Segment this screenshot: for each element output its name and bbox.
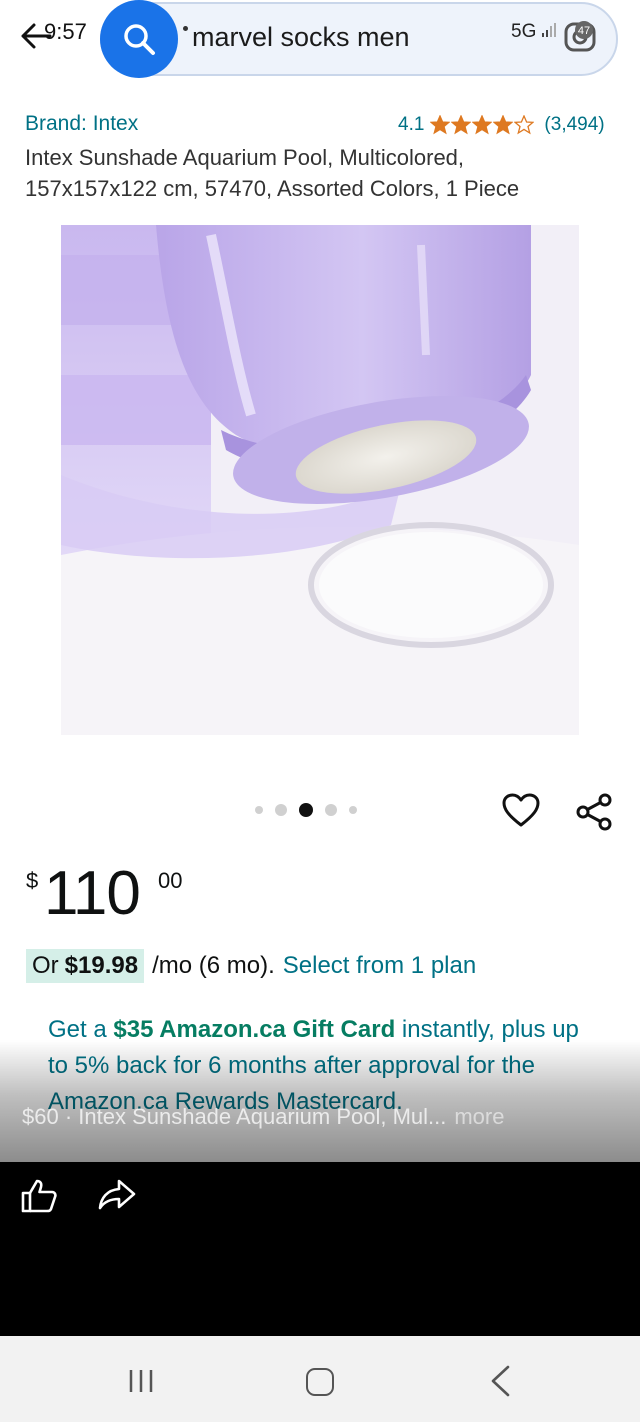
- price-whole: 110: [44, 859, 141, 928]
- battery-level: 47: [578, 25, 590, 37]
- star-icon: [472, 115, 493, 135]
- carousel-dot[interactable]: [299, 803, 313, 817]
- image-carousel-dots[interactable]: [255, 803, 357, 817]
- status-time: 9:57: [44, 19, 87, 44]
- recent-apps-icon[interactable]: [128, 1368, 154, 1394]
- installment-terms: /mo (6 mo).: [152, 952, 275, 979]
- signal-icon: [542, 23, 556, 37]
- installment-highlight: Or $19.98: [26, 949, 145, 983]
- price-fraction: 00: [158, 868, 183, 893]
- search-button[interactable]: [100, 0, 178, 78]
- product-title: Intex Sunshade Aquarium Pool, Multicolor…: [25, 145, 520, 201]
- installment-amount: $19.98: [64, 952, 139, 979]
- star-icon: [451, 115, 472, 135]
- star-icon: [493, 115, 514, 135]
- promo-pre: Get a: [48, 1016, 107, 1043]
- promo-gift-card: $35 Amazon.ca Gift Card: [113, 1016, 396, 1043]
- network-indicator: 5G: [511, 21, 537, 42]
- rating-summary[interactable]: 4.1 (3,494): [398, 112, 605, 138]
- camera-lens-icon[interactable]: 47: [560, 16, 600, 56]
- carousel-dot[interactable]: [255, 806, 263, 814]
- brand-link[interactable]: Brand: Intex: [25, 112, 138, 136]
- star-icon: [514, 115, 535, 135]
- price-symbol: $: [26, 868, 39, 893]
- select-plan-link[interactable]: Select from 1 plan: [283, 952, 476, 980]
- back-nav-icon[interactable]: [488, 1365, 512, 1397]
- carousel-dot[interactable]: [325, 804, 337, 816]
- share-icon[interactable]: [575, 793, 613, 831]
- rating-count: (3,494): [544, 114, 605, 135]
- installment-prefix: Or: [32, 952, 59, 979]
- home-button[interactable]: [306, 1368, 334, 1396]
- notification-dot: [183, 26, 188, 31]
- product-image[interactable]: [61, 225, 579, 735]
- forward-arrow-icon[interactable]: [98, 1178, 136, 1212]
- thumbs-up-icon[interactable]: [20, 1178, 58, 1214]
- more-link[interactable]: more: [454, 1104, 504, 1129]
- star-icon: [430, 115, 451, 135]
- overlay-caption[interactable]: $60 · Intex Sunshade Aquarium Pool, Mul.…: [22, 1104, 504, 1130]
- media-footer: [0, 1162, 640, 1336]
- screen: 9:57 marvel socks men 5G 47 Brand: Intex…: [0, 0, 640, 1422]
- caption-overlay: [0, 1040, 640, 1162]
- pool-illustration: [61, 225, 579, 735]
- carousel-dot[interactable]: [275, 804, 287, 816]
- rating-value: 4.1: [398, 114, 425, 135]
- installment-offer: Or $19.98 /mo (6 mo). Select from 1 plan: [26, 949, 476, 983]
- search-query[interactable]: marvel socks men: [192, 22, 410, 53]
- star-rating: [430, 115, 535, 135]
- heart-icon[interactable]: [502, 793, 540, 829]
- carousel-dot[interactable]: [349, 806, 357, 814]
- search-icon: [124, 24, 155, 55]
- overlay-caption-text: $60 · Intex Sunshade Aquarium Pool, Mul.…: [22, 1104, 447, 1129]
